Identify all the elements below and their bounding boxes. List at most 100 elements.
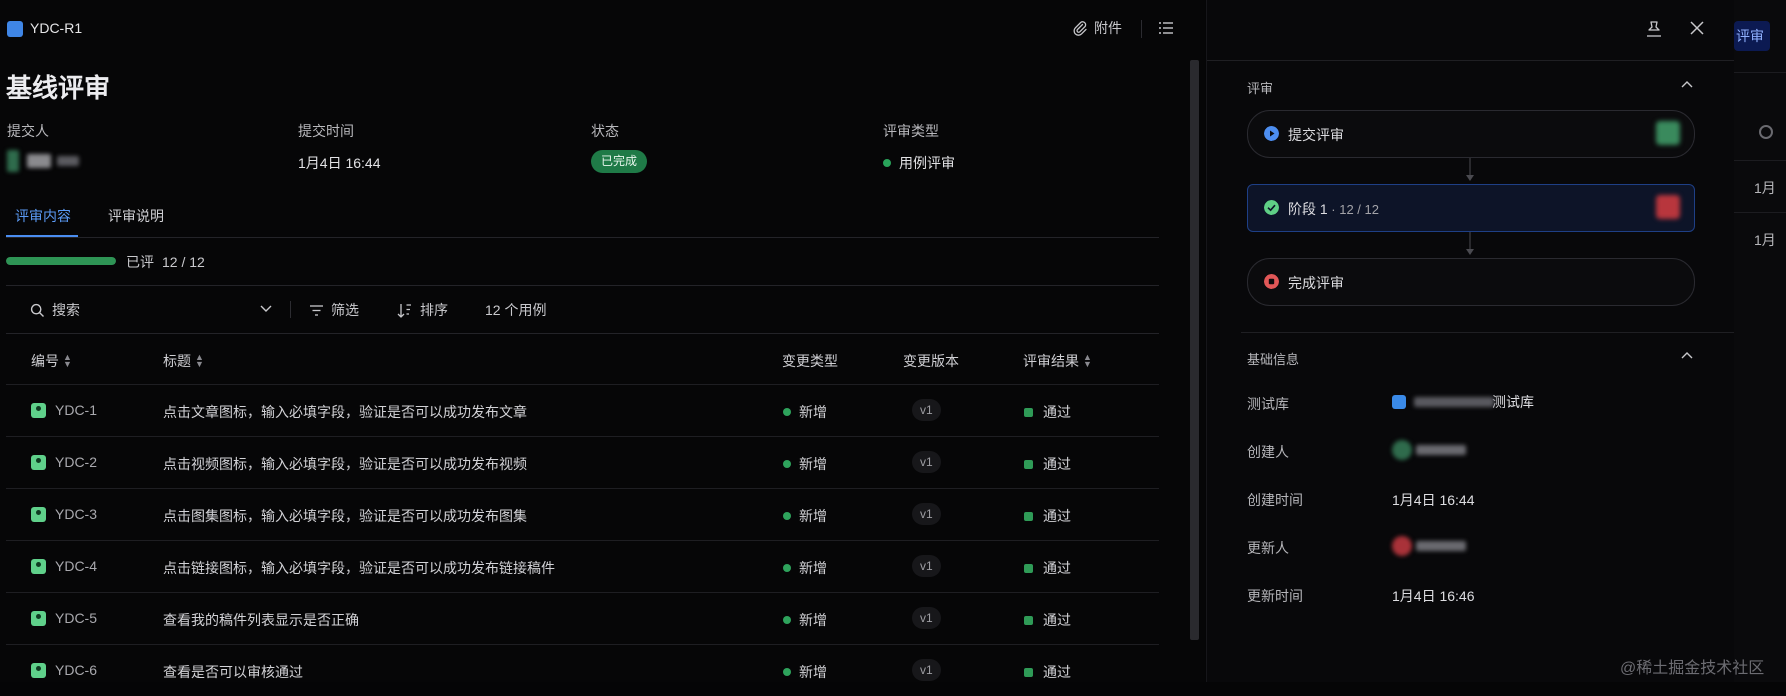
review-result[interactable]: 通过 [1024,402,1071,422]
result-status-icon [1024,616,1033,625]
divider [6,333,1159,334]
sort-icon [397,303,411,318]
case-count: 12 个用例 [485,302,547,318]
table-row[interactable]: YDC-4 点击链接图标，输入必填字段，验证是否可以成功发布链接稿件 新增 v1… [6,540,1159,592]
change-type-dot [783,616,791,624]
case-id[interactable]: YDC-6 [31,662,97,678]
review-result[interactable]: 通过 [1024,610,1071,630]
review-progress: 已评 12 / 12 [6,252,1159,284]
flow-step-complete[interactable]: 完成评审 [1247,258,1695,306]
top-bar: YDC-R1 附件 [0,0,1205,58]
table-row[interactable]: YDC-6 查看是否可以审核通过 新增 v1 通过 [6,644,1159,696]
case-icon [31,455,46,470]
stop-icon [1264,274,1279,289]
divider [1734,160,1786,161]
date-cell: 1月 [1754,232,1776,248]
flow-step-stage-1[interactable]: 阶段 1 · 12 / 12 [1247,184,1695,232]
date-cell: 1月 [1754,180,1776,196]
column-header-title[interactable]: 标题 ▲ ▼ [163,351,204,371]
review-result[interactable]: 通过 [1024,506,1071,526]
case-title[interactable]: 点击图集图标，输入必填字段，验证是否可以成功发布图集 [163,506,527,526]
avatar [1656,195,1680,219]
case-title[interactable]: 点击视频图标，输入必填字段，验证是否可以成功发布视频 [163,454,527,474]
paperclip-icon [1073,21,1087,36]
review-result[interactable]: 通过 [1024,662,1071,682]
flow-arrow [1466,158,1474,182]
result-status-icon [1024,460,1033,469]
chevron-down-icon[interactable] [260,305,272,313]
review-icon [7,21,23,37]
table-row[interactable]: YDC-3 点击图集图标，输入必填字段，验证是否可以成功发布图集 新增 v1 通… [6,488,1159,540]
pin-icon[interactable] [1645,20,1663,38]
case-title[interactable]: 查看是否可以审核通过 [163,662,303,682]
header-change-type-label: 变更类型 [782,353,838,369]
drawer-divider [1207,60,1734,61]
flow-arrow [1466,232,1474,256]
review-result[interactable]: 通过 [1024,454,1071,474]
created-time: 1月4日 16:44 [1392,492,1475,508]
case-title[interactable]: 点击链接图标，输入必填字段，验证是否可以成功发布链接稿件 [163,558,555,578]
case-icon [31,559,46,574]
underlying-page: 评审 1月 1月 [1734,0,1786,682]
version-badge: v1 [912,659,941,681]
sort-arrows-icon: ▲ ▼ [1083,352,1092,369]
avatar [1656,121,1680,145]
column-header-version: 变更版本 [903,351,959,371]
review-section-title: 评审 [1247,81,1274,96]
progress-bar [6,257,116,265]
scrollbar[interactable] [1190,60,1199,640]
creator-avatar [1392,440,1466,460]
column-header-result[interactable]: 评审结果 ▲ ▼ [1023,351,1092,371]
flow-step-label: 提交评审 [1288,127,1344,143]
table-row[interactable]: YDC-1 点击文章图标，输入必填字段，验证是否可以成功发布文章 新增 v1 通… [6,384,1159,436]
column-header-id[interactable]: 编号 ▲ ▼ [31,351,72,371]
stage-progress: · 12 / 12 [1327,202,1379,217]
case-title[interactable]: 点击文章图标，输入必填字段，验证是否可以成功发布文章 [163,402,527,422]
close-icon[interactable] [1689,20,1705,36]
case-id[interactable]: YDC-3 [31,506,97,522]
case-title[interactable]: 查看我的稿件列表显示是否正确 [163,610,359,630]
case-id[interactable]: YDC-4 [31,558,97,574]
case-id[interactable]: YDC-1 [31,402,97,418]
change-type-dot [783,460,791,468]
table-row[interactable]: YDC-2 点击视频图标，输入必填字段，验证是否可以成功发布视频 新增 v1 通… [6,436,1159,488]
filter-button[interactable]: 筛选 [309,300,359,320]
flow-step-submit[interactable]: 提交评审 [1247,110,1695,158]
version-badge: v1 [912,503,941,525]
review-result[interactable]: 通过 [1024,558,1071,578]
progress-text: 已评 12 / 12 [126,252,205,272]
repo-value[interactable]: 测试库 [1392,392,1534,412]
review-type-text: 用例评审 [899,155,955,171]
progress-fill [6,257,116,265]
chevron-up-icon[interactable] [1681,80,1693,88]
list-icon[interactable] [1157,19,1175,37]
settings-icon[interactable] [1759,125,1773,139]
version-badge: v1 [912,555,941,577]
start-review-button[interactable]: 评审 [1734,21,1770,51]
header-result-label: 评审结果 [1023,353,1079,369]
repo-name: 测试库 [1492,394,1534,410]
active-tab-indicator [6,235,78,237]
attachment-button[interactable]: 附件 [1072,18,1122,38]
search-box[interactable]: 搜索 [30,300,80,320]
case-id[interactable]: YDC-5 [31,610,97,626]
page-title: 基线评审 [6,73,111,103]
case-icon [31,507,46,522]
case-table: YDC-1 点击文章图标，输入必填字段，验证是否可以成功发布文章 新增 v1 通… [6,384,1159,696]
divider [1734,212,1786,213]
tab-review-content[interactable]: 评审内容 [15,206,71,226]
case-id[interactable]: YDC-2 [31,454,97,470]
header-title-label: 标题 [163,353,191,369]
version-badge: v1 [912,607,941,629]
updater-label: 更新人 [1247,540,1289,556]
tab-review-description[interactable]: 评审说明 [108,206,164,226]
redacted-text [1414,397,1494,407]
basic-info-section-title: 基础信息 [1247,352,1300,367]
review-type-label: 评审类型 [883,123,939,139]
filter-label: 筛选 [331,302,359,318]
chevron-up-icon[interactable] [1681,351,1693,359]
change-type: 新增 [783,506,827,526]
submit-time: 1月4日 16:44 [298,155,381,171]
table-row[interactable]: YDC-5 查看我的稿件列表显示是否正确 新增 v1 通过 [6,592,1159,644]
sort-button[interactable]: 排序 [397,300,448,320]
